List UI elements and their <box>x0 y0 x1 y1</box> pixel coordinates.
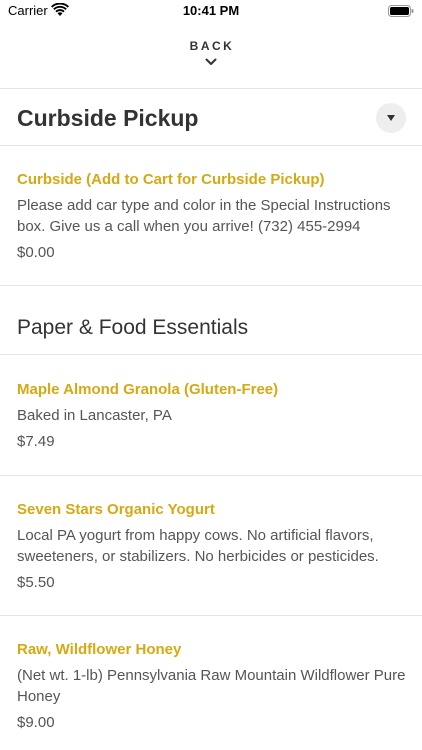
item-price: $5.50 <box>17 574 55 591</box>
caret-down-icon <box>387 115 395 121</box>
menu-item-yogurt[interactable]: Seven Stars Organic Yogurt Local PA yogu… <box>17 500 407 593</box>
item-description: Please add car type and color in the Spe… <box>17 197 391 235</box>
item-description: Local PA yogurt from happy cows. No arti… <box>17 527 379 565</box>
divider <box>0 285 422 286</box>
section-title-curbside: Curbside Pickup <box>17 105 199 131</box>
item-name: Curbside (Add to Cart for Curbside Picku… <box>17 171 325 188</box>
menu-item-honey[interactable]: Raw, Wildflower Honey (Net wt. 1-lb) Pen… <box>17 640 407 733</box>
item-description: (Net wt. 1-lb) Pennsylvania Raw Mountain… <box>17 667 406 705</box>
item-name: Maple Almond Granola (Gluten-Free) <box>17 381 279 398</box>
item-name: Seven Stars Organic Yogurt <box>17 501 215 518</box>
item-name: Raw, Wildflower Honey <box>17 641 182 658</box>
divider <box>0 615 422 616</box>
battery-icon <box>388 5 414 17</box>
menu-item-granola[interactable]: Maple Almond Granola (Gluten-Free) Baked… <box>17 380 407 452</box>
back-button[interactable]: BACK <box>0 38 422 78</box>
divider <box>0 354 422 355</box>
status-bar: Carrier 10:41 PM <box>0 0 422 24</box>
item-price: $0.00 <box>17 244 55 261</box>
item-description: Baked in Lancaster, PA <box>17 407 172 424</box>
menu-item-curbside[interactable]: Curbside (Add to Cart for Curbside Picku… <box>17 170 407 263</box>
divider <box>0 475 422 476</box>
clock: 10:41 PM <box>182 3 240 18</box>
divider <box>0 145 422 146</box>
item-price: $7.49 <box>17 433 55 450</box>
back-label: BACK <box>189 39 235 53</box>
item-price: $9.00 <box>17 714 55 731</box>
divider <box>0 88 422 89</box>
section-title-essentials: Paper & Food Essentials <box>17 316 249 339</box>
collapse-section-button[interactable] <box>376 103 406 133</box>
chevron-down-icon <box>205 58 217 65</box>
